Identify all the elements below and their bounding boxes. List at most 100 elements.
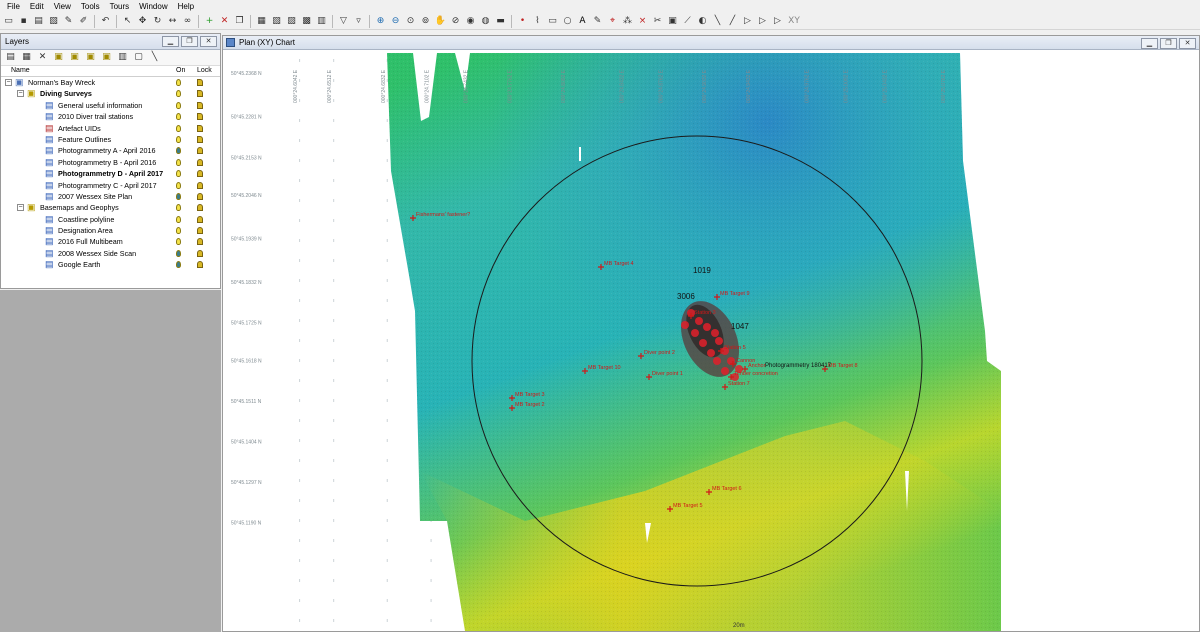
- group-folder-2-icon[interactable]: ▣: [68, 51, 81, 64]
- visibility-bulb-icon[interactable]: [176, 215, 181, 223]
- restore-button[interactable]: ❐: [181, 36, 198, 47]
- unlocked-icon[interactable]: [197, 79, 203, 86]
- tree-expander-icon[interactable]: −: [17, 90, 24, 98]
- menu-view[interactable]: View: [49, 0, 76, 13]
- copy-icon[interactable]: ❐: [233, 15, 246, 28]
- lock-icon[interactable]: [197, 170, 203, 178]
- menu-tours[interactable]: Tours: [105, 0, 135, 13]
- box-icon[interactable]: ▣: [666, 15, 679, 28]
- zoom-window-icon[interactable]: ⊙: [404, 15, 417, 28]
- layer-row[interactable]: ▤ Coastline polyline: [1, 214, 220, 225]
- artefact-marker[interactable]: [691, 329, 699, 337]
- xy-icon[interactable]: XY: [786, 15, 802, 28]
- lock-icon[interactable]: [197, 204, 203, 212]
- artefact-marker[interactable]: [681, 321, 689, 329]
- new-layer-icon[interactable]: ▧: [47, 15, 60, 28]
- visibility-bulb-icon[interactable]: [176, 192, 181, 200]
- sphere-icon[interactable]: ◐: [696, 15, 709, 28]
- lock-icon[interactable]: [197, 249, 203, 257]
- add-icon[interactable]: +: [203, 15, 216, 28]
- layer-row[interactable]: − ▣ Norman's Bay Wreck: [1, 77, 220, 88]
- filter-icon[interactable]: ▽: [337, 15, 350, 28]
- unlocked-icon[interactable]: [197, 124, 203, 132]
- visibility-bulb-icon[interactable]: [176, 170, 181, 178]
- add-layer-icon[interactable]: ▤: [4, 51, 17, 64]
- print-icon[interactable]: ▤: [32, 15, 45, 28]
- group-folder-4-icon[interactable]: ▣: [100, 51, 113, 64]
- move-icon[interactable]: ✥: [136, 15, 149, 28]
- filter-outline-icon[interactable]: ▿: [352, 15, 365, 28]
- column-on[interactable]: On: [176, 67, 185, 74]
- flag3-icon[interactable]: ▷: [771, 15, 784, 28]
- undo-icon[interactable]: ↶: [99, 15, 112, 28]
- artefact-marker[interactable]: [703, 323, 711, 331]
- visibility-bulb-icon[interactable]: [176, 238, 181, 246]
- section-chart-icon[interactable]: ▨: [285, 15, 298, 28]
- lock-icon[interactable]: [197, 192, 203, 200]
- lock-icon[interactable]: [197, 147, 203, 155]
- open-folder-icon[interactable]: ▭: [2, 15, 15, 28]
- add-group-icon[interactable]: ▦: [20, 51, 33, 64]
- window-arrange-icon[interactable]: ▥: [315, 15, 328, 28]
- menu-edit[interactable]: Edit: [25, 0, 49, 13]
- lock-icon[interactable]: [197, 238, 203, 246]
- lock-icon[interactable]: [197, 158, 203, 166]
- rotate-icon[interactable]: ↻: [151, 15, 164, 28]
- artefact-marker[interactable]: [713, 357, 721, 365]
- polyline-icon[interactable]: ⌇: [531, 15, 544, 28]
- layer-row[interactable]: ▤ Photogrammetry C - April 2017: [1, 180, 220, 191]
- visibility-bulb-icon[interactable]: [176, 261, 181, 269]
- profile-chart-icon[interactable]: ▩: [300, 15, 313, 28]
- layer-row[interactable]: − ▣ Diving Surveys: [1, 88, 220, 99]
- circle-icon[interactable]: ○: [561, 15, 574, 28]
- zoom-previous-icon[interactable]: ⊘: [449, 15, 462, 28]
- tree-expander-icon[interactable]: −: [17, 204, 24, 212]
- binoculars-icon[interactable]: ∞: [181, 15, 194, 28]
- visibility-bulb-icon[interactable]: [176, 79, 181, 86]
- layer-row[interactable]: ▤ Photogrammetry A - April 2016: [1, 145, 220, 156]
- visibility-bulb-icon[interactable]: [176, 158, 181, 166]
- visibility-bulb-icon[interactable]: [176, 113, 181, 121]
- pan-icon[interactable]: ✋: [434, 15, 447, 28]
- lock-icon[interactable]: [197, 215, 203, 223]
- layer-row[interactable]: ▤ Artefact UIDs: [1, 123, 220, 134]
- group-folder-3-icon[interactable]: ▣: [84, 51, 97, 64]
- chart-restore-button[interactable]: ❐: [1160, 38, 1177, 49]
- column-name[interactable]: Name: [11, 67, 30, 74]
- properties-icon[interactable]: ▢: [132, 51, 145, 64]
- menu-help[interactable]: Help: [173, 0, 199, 13]
- layer-row[interactable]: ▤ 2010 Diver trail stations: [1, 111, 220, 122]
- group-folder-icon[interactable]: ▣: [52, 51, 65, 64]
- unlocked-icon[interactable]: [197, 90, 203, 98]
- measure-icon[interactable]: ↔: [166, 15, 179, 28]
- layer-row[interactable]: − ▣ Basemaps and Geophys: [1, 202, 220, 213]
- artefact-marker[interactable]: [707, 349, 715, 357]
- visibility-bulb-icon[interactable]: [176, 249, 181, 257]
- layer-row[interactable]: ▤ 2007 Wessex Site Plan: [1, 191, 220, 202]
- layer-row[interactable]: ▤ Photogrammetry B - April 2016: [1, 157, 220, 168]
- point-icon[interactable]: •: [516, 15, 529, 28]
- flag2-icon[interactable]: ▷: [756, 15, 769, 28]
- layer-row[interactable]: ▤ Designation Area: [1, 225, 220, 236]
- bathymetry-map[interactable]: 000°24.6042 E 000°24.6512 E 000°24.6832 E 0…: [225, 51, 1199, 631]
- unlocked-icon[interactable]: [197, 101, 203, 109]
- zoom-layer-icon[interactable]: ◉: [464, 15, 477, 28]
- visibility-bulb-icon[interactable]: [176, 181, 181, 189]
- scale-bar-icon[interactable]: ▬: [494, 15, 507, 28]
- table-icon[interactable]: ▥: [116, 51, 129, 64]
- text-icon[interactable]: A: [576, 15, 589, 28]
- chart-minimize-button[interactable]: ▁: [1141, 38, 1158, 49]
- close-button[interactable]: ✕: [200, 36, 217, 47]
- artefact-marker[interactable]: [711, 329, 719, 337]
- lock-icon[interactable]: [197, 261, 203, 269]
- zoom-out-icon[interactable]: ⊖: [389, 15, 402, 28]
- visibility-bulb-icon[interactable]: [176, 204, 181, 212]
- visibility-bulb-icon[interactable]: [176, 101, 181, 109]
- plan-chart-icon[interactable]: ▧: [270, 15, 283, 28]
- brush-icon[interactable]: ✎: [62, 15, 75, 28]
- edit-icon[interactable]: ✐: [77, 15, 90, 28]
- artefact-marker[interactable]: [715, 337, 723, 345]
- lock-icon[interactable]: [197, 227, 203, 235]
- visibility-bulb-icon[interactable]: [176, 147, 181, 155]
- artefact-marker[interactable]: [721, 367, 729, 375]
